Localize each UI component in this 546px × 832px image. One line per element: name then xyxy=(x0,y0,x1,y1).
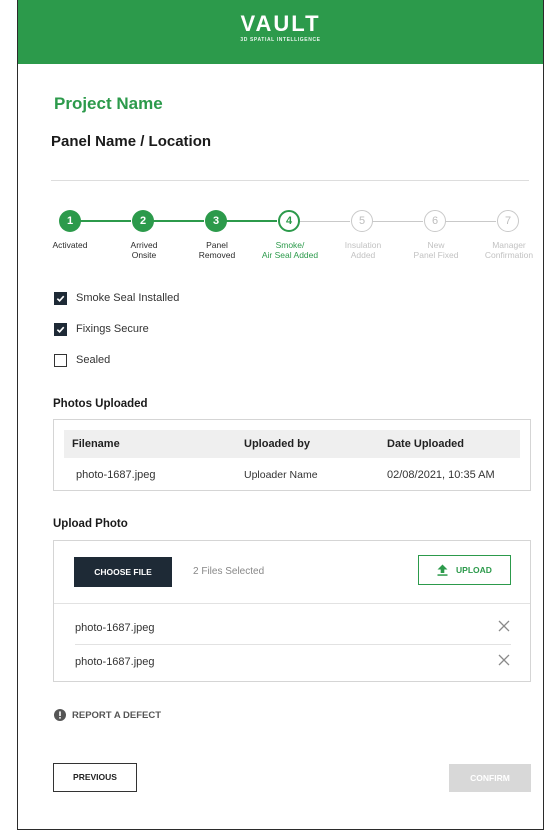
checklist-label: Smoke Seal Installed xyxy=(76,292,180,304)
step-connector xyxy=(372,221,423,222)
cell-filename[interactable]: photo-1687.jpeg xyxy=(76,469,156,481)
step-6-circle: 6 xyxy=(424,210,446,232)
step-4-label: Smoke/Air Seal Added xyxy=(261,240,319,260)
checklist-item-fixings[interactable]: Fixings Secure xyxy=(54,321,149,337)
vault-logo: VAULT xyxy=(240,11,321,36)
column-header-date: Date Uploaded xyxy=(387,438,465,450)
files-selected-text: 2 Files Selected xyxy=(193,566,265,577)
checkbox-unchecked[interactable] xyxy=(54,353,67,367)
alert-icon xyxy=(54,709,66,721)
header-bar: VAULT 3D SPATIAL INTELLIGENCE xyxy=(18,0,543,64)
app-frame: VAULT 3D SPATIAL INTELLIGENCE Project Na… xyxy=(17,0,544,830)
step-3-label: Panel Removed xyxy=(198,240,236,260)
checklist-item-sealed[interactable]: Sealed xyxy=(54,352,110,368)
step-connector xyxy=(80,220,131,222)
step-2-label: Arrived Onsite xyxy=(130,240,158,260)
divider xyxy=(54,603,530,604)
selected-file-row: photo-1687.jpeg xyxy=(75,619,511,639)
selected-file-name: photo-1687.jpeg xyxy=(75,656,155,668)
logo-tagline: 3D SPATIAL INTELLIGENCE xyxy=(240,37,321,43)
choose-file-button[interactable]: CHOOSE FILE xyxy=(74,557,172,587)
divider xyxy=(75,644,511,645)
step-5-label: Insulation Added xyxy=(344,240,382,260)
progress-stepper: 1 2 3 4 5 6 7 Activated Arrived Onsite Pa… xyxy=(18,208,543,268)
report-defect-label: REPORT A DEFECT xyxy=(72,709,162,721)
check-icon xyxy=(56,295,65,302)
checklist-item-smoke-seal[interactable]: Smoke Seal Installed xyxy=(54,290,179,306)
checklist-label: Sealed xyxy=(76,354,111,366)
checkbox-checked[interactable] xyxy=(54,291,67,305)
step-connector xyxy=(299,221,350,222)
column-header-uploaded-by: Uploaded by xyxy=(244,438,311,450)
step-7-circle: 7 xyxy=(497,210,519,232)
close-icon[interactable] xyxy=(497,619,511,633)
step-6-label: New Panel Fixed xyxy=(413,240,459,260)
step-5-circle: 5 xyxy=(351,210,373,232)
step-1-label: Activated xyxy=(52,240,88,250)
photos-table: Filename Uploaded by Date Uploaded photo… xyxy=(53,419,531,491)
project-title: Project Name xyxy=(54,94,163,113)
cell-date: 02/08/2021, 10:35 AM xyxy=(387,469,495,481)
previous-button[interactable]: PREVIOUS xyxy=(53,763,137,792)
cell-uploader: Uploader Name xyxy=(244,469,318,481)
step-7-label: Manager Confirmation xyxy=(484,240,534,260)
selected-file-row: photo-1687.jpeg xyxy=(75,653,511,673)
upload-button-label: UPLOAD xyxy=(456,565,492,575)
step-connector xyxy=(445,221,496,222)
report-defect-link[interactable]: REPORT A DEFECT xyxy=(54,709,161,721)
step-1-circle: 1 xyxy=(59,210,81,232)
photos-uploaded-title: Photos Uploaded xyxy=(53,398,148,410)
step-connector xyxy=(153,220,204,222)
step-4-circle: 4 xyxy=(278,210,300,232)
checkbox-checked[interactable] xyxy=(54,322,67,336)
confirm-button[interactable]: CONFIRM xyxy=(449,764,531,792)
step-3-circle: 3 xyxy=(205,210,227,232)
close-icon[interactable] xyxy=(497,653,511,667)
divider xyxy=(51,180,529,181)
upload-arrow-icon xyxy=(437,564,448,576)
upload-photo-title: Upload Photo xyxy=(53,518,128,530)
selected-file-name: photo-1687.jpeg xyxy=(75,622,155,634)
column-header-filename: Filename xyxy=(72,438,120,450)
step-2-circle: 2 xyxy=(132,210,154,232)
check-icon xyxy=(56,326,65,333)
panel-location-title: Panel Name / Location xyxy=(51,133,212,150)
upload-button[interactable]: UPLOAD xyxy=(418,555,511,585)
table-header: Filename Uploaded by Date Uploaded xyxy=(64,430,520,458)
step-connector xyxy=(226,220,277,222)
upload-panel: CHOOSE FILE 2 Files Selected UPLOAD phot… xyxy=(53,540,531,682)
checklist-label: Fixings Secure xyxy=(76,323,149,335)
